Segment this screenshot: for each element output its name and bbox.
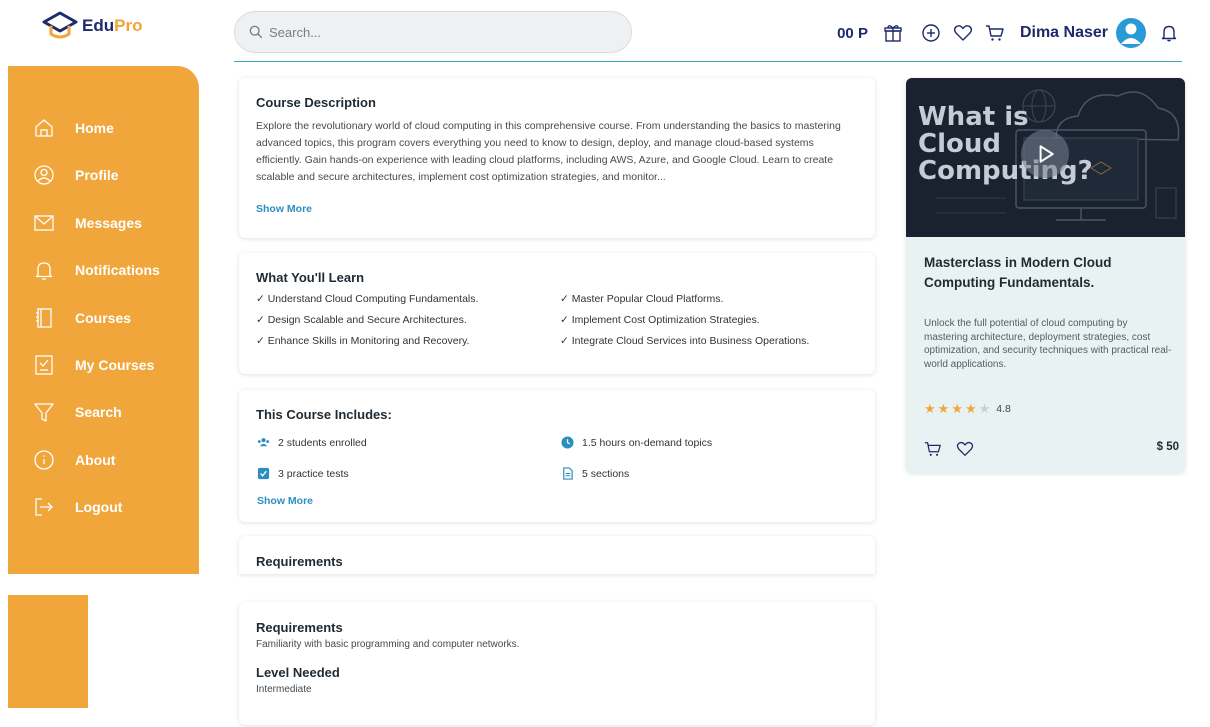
list-item: ✓ Understand Cloud Computing Fundamental… bbox=[256, 293, 479, 305]
header-actions: 00 P Dima Naser bbox=[837, 18, 1180, 48]
list-item: ✓ Implement Cost Optimization Strategies… bbox=[560, 314, 760, 326]
level-value: Intermediate bbox=[256, 684, 312, 695]
course-summary-text: Unlock the full potential of cloud compu… bbox=[924, 318, 1172, 370]
star-icon: ★ bbox=[924, 401, 936, 416]
practice-tests: 3 practice tests bbox=[257, 467, 349, 480]
play-button[interactable] bbox=[1021, 130, 1069, 178]
course-summary-card: What is Cloud Computing? Masterclass in Mo… bbox=[906, 78, 1185, 473]
sections-count-text: 5 sections bbox=[582, 467, 630, 480]
sidebar-item-messages[interactable]: Messages bbox=[8, 204, 199, 242]
show-more-includes-link[interactable]: Show More bbox=[257, 495, 313, 507]
sidebar-item-label: Notifications bbox=[75, 262, 160, 278]
filter-icon bbox=[33, 401, 55, 423]
heart-icon[interactable] bbox=[952, 22, 974, 44]
section-title: Requirements bbox=[256, 554, 343, 569]
section-title: This Course Includes: bbox=[256, 407, 392, 422]
user-circle-icon bbox=[33, 164, 55, 186]
section-title: What You'll Learn bbox=[256, 270, 365, 285]
bell-icon[interactable] bbox=[1158, 22, 1180, 44]
on-demand-hours-text: 1.5 hours on-demand topics bbox=[582, 436, 713, 449]
course-description-text: Explore the revolutionary world of cloud… bbox=[256, 120, 841, 183]
sidebar-item-label: Search bbox=[75, 404, 122, 420]
on-demand-hours: 1.5 hours on-demand topics bbox=[561, 436, 712, 449]
sidebar-item-profile[interactable]: Profile bbox=[8, 156, 199, 194]
user-avatar-icon bbox=[1121, 23, 1141, 44]
star-empty-icon: ★ bbox=[978, 401, 991, 416]
document-icon bbox=[563, 467, 573, 480]
rating-value: 4.8 bbox=[996, 403, 1011, 415]
course-includes-card: This Course Includes: 2 students enrolle… bbox=[239, 390, 875, 522]
add-circle-icon[interactable] bbox=[920, 22, 942, 44]
course-rating: ★ ★ ★ ★ ★ 4.8 bbox=[924, 401, 1011, 417]
course-description-card: Course Description Explore the revolutio… bbox=[239, 78, 875, 238]
course-price: $ 50 bbox=[1156, 441, 1179, 453]
bell-icon bbox=[33, 259, 55, 281]
sidebar-item-search[interactable]: Search bbox=[8, 393, 199, 431]
sidebar-item-label: Logout bbox=[75, 499, 123, 515]
add-to-cart-icon[interactable] bbox=[924, 440, 942, 458]
level-needed-title: Level Needed bbox=[256, 665, 340, 680]
checkbox-icon bbox=[257, 467, 270, 480]
play-icon bbox=[1039, 145, 1054, 163]
user-name[interactable]: Dima Naser bbox=[1020, 24, 1108, 42]
edupro-logo[interactable]: EduPro bbox=[40, 10, 142, 42]
list-item: ✓ Enhance Skills in Monitoring and Recov… bbox=[256, 335, 470, 347]
sidebar-item-label: My Courses bbox=[75, 357, 155, 373]
sidebar-item-label: Messages bbox=[75, 215, 142, 231]
students-enrolled: 2 students enrolled bbox=[257, 436, 367, 449]
sidebar-item-courses[interactable]: Courses bbox=[8, 299, 199, 337]
envelope-icon bbox=[33, 212, 55, 234]
home-icon bbox=[33, 117, 55, 139]
sidebar-item-notifications[interactable]: Notifications bbox=[8, 251, 199, 289]
requirements-title: Requirements bbox=[256, 620, 343, 635]
sidebar-item-label: Home bbox=[75, 120, 114, 136]
sidebar-item-my-courses[interactable]: My Courses bbox=[8, 346, 199, 384]
search-icon bbox=[249, 25, 263, 39]
info-icon bbox=[33, 449, 55, 471]
requirements-text: Familiarity with basic programming and c… bbox=[256, 639, 520, 650]
clock-icon bbox=[561, 436, 574, 449]
sections-count: 5 sections bbox=[561, 467, 629, 480]
graduation-cap-logo-icon bbox=[42, 11, 78, 39]
students-enrolled-text: 2 students enrolled bbox=[278, 436, 367, 449]
avatar[interactable] bbox=[1116, 18, 1146, 48]
course-title[interactable]: Masterclass in Modern Cloud Computing Fu… bbox=[924, 253, 1164, 293]
list-item: ✓ Integrate Cloud Services into Business… bbox=[560, 335, 810, 347]
what-youll-learn-card: What You'll Learn ✓ Understand Cloud Com… bbox=[239, 253, 875, 374]
course-video-thumbnail[interactable]: What is Cloud Computing? bbox=[906, 78, 1185, 237]
header-divider bbox=[234, 61, 1182, 62]
checklist-icon bbox=[33, 354, 55, 376]
search-input[interactable] bbox=[269, 24, 609, 40]
cart-icon[interactable] bbox=[984, 22, 1006, 44]
learn-list: ✓ Understand Cloud Computing Fundamental… bbox=[256, 293, 858, 347]
points-balance: 00 P bbox=[837, 24, 868, 42]
sidebar-item-label: About bbox=[75, 452, 116, 468]
sidebar-item-logout[interactable]: Logout bbox=[8, 488, 199, 526]
sidebar-item-about[interactable]: About bbox=[8, 441, 199, 479]
gift-icon[interactable] bbox=[882, 22, 904, 44]
sidebar-nav: Home Profile Messages Notifications Cour… bbox=[8, 66, 199, 574]
star-icon: ★ bbox=[951, 401, 963, 416]
course-actions bbox=[924, 440, 988, 458]
show-more-description-link[interactable]: Show More bbox=[256, 203, 312, 215]
list-item: ✓ Master Popular Cloud Platforms. bbox=[560, 293, 724, 305]
brand-name: EduPro bbox=[82, 16, 143, 35]
wishlist-heart-icon[interactable] bbox=[956, 440, 974, 458]
sidebar-item-label: Courses bbox=[75, 310, 132, 326]
sidebar-footer-block bbox=[8, 595, 88, 708]
users-icon bbox=[257, 438, 270, 447]
practice-tests-text: 3 practice tests bbox=[278, 467, 349, 480]
star-icon: ★ bbox=[964, 401, 977, 416]
requirements-header-card: Requirements bbox=[239, 536, 875, 574]
requirements-card: Requirements Familiarity with basic prog… bbox=[239, 602, 875, 725]
logout-icon bbox=[33, 496, 55, 518]
search-bar[interactable] bbox=[234, 11, 632, 53]
sidebar-item-home[interactable]: Home bbox=[8, 109, 199, 147]
sidebar-item-label: Profile bbox=[75, 167, 119, 183]
list-item: ✓ Design Scalable and Secure Architectur… bbox=[256, 314, 467, 326]
star-icon: ★ bbox=[937, 401, 950, 416]
section-title: Course Description bbox=[256, 95, 376, 110]
book-icon bbox=[33, 307, 55, 329]
